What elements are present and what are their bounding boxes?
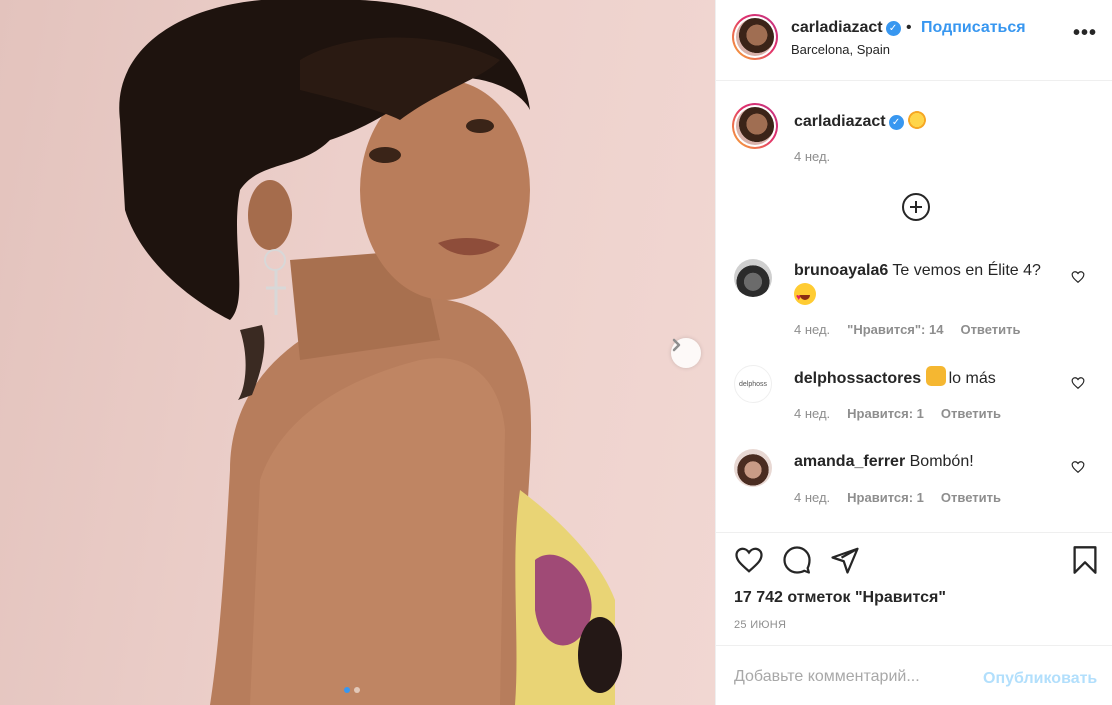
post-location[interactable]: Barcelona, Spain bbox=[791, 42, 890, 57]
publish-button[interactable]: Опубликовать bbox=[983, 670, 1097, 688]
post-date[interactable]: 25 ИЮНЯ bbox=[734, 619, 786, 631]
share-send-icon[interactable] bbox=[830, 545, 860, 575]
heart-eyes-emoji-icon bbox=[794, 283, 816, 309]
author-username[interactable]: carladiazact bbox=[791, 19, 883, 36]
comment-meta: 4 нед. Нравится: 1 Ответить bbox=[794, 406, 1018, 421]
like-heart-icon[interactable] bbox=[734, 545, 764, 575]
commenter-avatar[interactable] bbox=[734, 259, 772, 297]
commenter-username[interactable]: delphossactores bbox=[794, 370, 921, 387]
comment-time[interactable]: 4 нед. bbox=[794, 490, 830, 505]
carousel-dot bbox=[354, 687, 360, 693]
commenter-avatar[interactable]: delphoss bbox=[734, 365, 772, 403]
comment-like-heart-icon[interactable] bbox=[1071, 460, 1085, 474]
verified-badge-icon: ✓ bbox=[885, 21, 901, 36]
caption-time[interactable]: 4 нед. bbox=[794, 149, 830, 164]
comment-text: Bombón! bbox=[909, 453, 974, 470]
post-header: carladiazact ✓ • Подписаться Barcelona, S… bbox=[716, 0, 1112, 81]
next-photo-button[interactable] bbox=[671, 338, 701, 368]
post-photo[interactable] bbox=[0, 0, 715, 705]
comment-input[interactable] bbox=[734, 668, 964, 686]
comment-time[interactable]: 4 нед. bbox=[794, 322, 830, 337]
comment-text: lo más bbox=[948, 370, 996, 387]
reply-button[interactable]: Ответить bbox=[941, 490, 1001, 505]
comment-time[interactable]: 4 нед. bbox=[794, 406, 830, 421]
post-actions: 17 742 отметок "Нравится" 25 ИЮНЯ bbox=[716, 532, 1112, 645]
caption-avatar[interactable] bbox=[732, 103, 778, 149]
comment-likes[interactable]: Нравится: 1 bbox=[847, 406, 924, 421]
chevron-right-icon bbox=[672, 338, 681, 352]
photo-illustration bbox=[119, 0, 622, 705]
comment-meta: 4 нед. "Нравится": 14 Ответить bbox=[794, 322, 1038, 337]
comment-bubble-icon[interactable] bbox=[782, 545, 812, 575]
commenter-username[interactable]: brunoayala6 bbox=[794, 262, 888, 279]
raising-hands-emoji-icon bbox=[925, 366, 946, 386]
reply-button[interactable]: Ответить bbox=[960, 322, 1020, 337]
header-separator: • bbox=[906, 19, 912, 36]
comment-like-heart-icon[interactable] bbox=[1071, 376, 1085, 390]
verified-badge-icon: ✓ bbox=[888, 115, 904, 130]
comment-meta: 4 нед. Нравится: 1 Ответить bbox=[794, 490, 1018, 505]
comment-like-heart-icon[interactable] bbox=[1071, 270, 1085, 284]
sun-emoji-icon bbox=[907, 111, 926, 129]
comment-likes[interactable]: Нравится: 1 bbox=[847, 490, 924, 505]
add-comment-bar: Опубликовать bbox=[716, 645, 1112, 705]
follow-button[interactable]: Подписаться bbox=[921, 19, 1026, 37]
likes-count[interactable]: 17 742 отметок "Нравится" bbox=[734, 589, 946, 607]
commenter-avatar[interactable] bbox=[734, 449, 772, 487]
caption-username[interactable]: carladiazact bbox=[794, 113, 886, 130]
save-bookmark-icon[interactable] bbox=[1071, 545, 1099, 575]
post-details-panel: carladiazact ✓ • Подписаться Barcelona, S… bbox=[715, 0, 1112, 705]
more-options-icon[interactable]: ••• bbox=[1073, 22, 1097, 45]
comment-text: Te vemos en Élite 4? bbox=[892, 262, 1041, 279]
reply-button[interactable]: Ответить bbox=[941, 406, 1001, 421]
carousel-dot-active bbox=[344, 687, 350, 693]
load-more-comments-icon[interactable] bbox=[902, 193, 930, 221]
comment-likes[interactable]: "Нравится": 14 bbox=[847, 322, 943, 337]
author-avatar[interactable] bbox=[732, 14, 778, 60]
carousel-indicator bbox=[344, 687, 360, 693]
commenter-username[interactable]: amanda_ferrer bbox=[794, 453, 905, 470]
